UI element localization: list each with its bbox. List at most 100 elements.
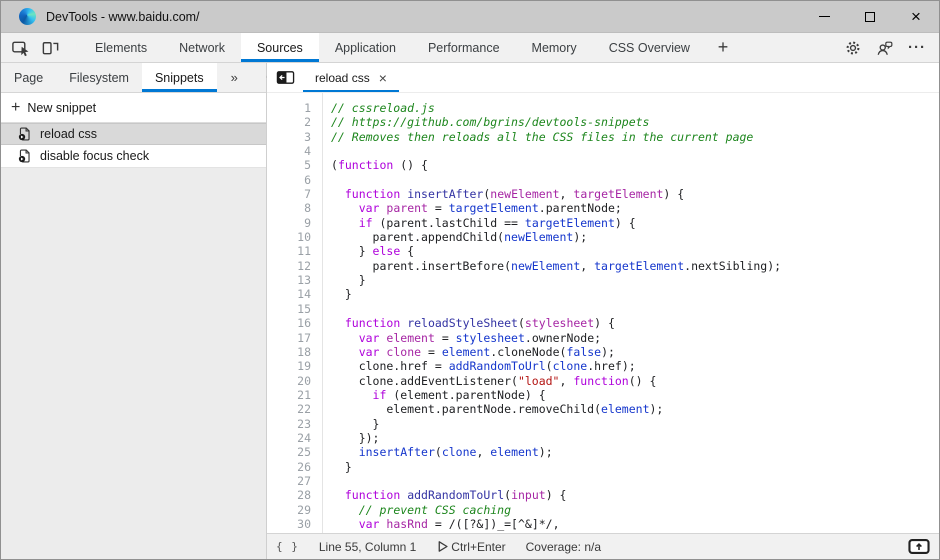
line-number[interactable]: 3 xyxy=(267,130,311,144)
main-toolbar: ElementsNetworkSourcesApplicationPerform… xyxy=(1,33,939,63)
code-line[interactable] xyxy=(331,173,939,187)
line-number[interactable]: 24 xyxy=(267,431,311,445)
hide-navigator-icon xyxy=(276,68,295,87)
settings-button[interactable] xyxy=(837,33,869,62)
code-line[interactable]: } else { xyxy=(331,244,939,258)
code-line[interactable]: if (parent.lastChild == targetElement) { xyxy=(331,216,939,230)
maximize-button[interactable] xyxy=(847,1,893,32)
line-number[interactable]: 26 xyxy=(267,460,311,474)
code-line[interactable]: function reloadStyleSheet(stylesheet) { xyxy=(331,316,939,330)
line-number[interactable]: 10 xyxy=(267,230,311,244)
code-line[interactable] xyxy=(331,302,939,316)
status-action-button[interactable] xyxy=(908,539,930,554)
line-number[interactable]: 17 xyxy=(267,331,311,345)
more-options-button[interactable]: ··· xyxy=(901,33,933,62)
code-line[interactable]: parent.insertBefore(newElement, targetEl… xyxy=(331,259,939,273)
line-number[interactable]: 16 xyxy=(267,316,311,330)
run-snippet-button[interactable]: Ctrl+Enter xyxy=(436,540,505,554)
tab-sources[interactable]: Sources xyxy=(241,33,319,62)
code-line[interactable]: function addRandomToUrl(input) { xyxy=(331,488,939,502)
line-number[interactable]: 6 xyxy=(267,173,311,187)
snippet-file-icon xyxy=(18,127,32,141)
line-number[interactable]: 12 xyxy=(267,259,311,273)
line-number[interactable]: 15 xyxy=(267,302,311,316)
code-line[interactable]: (function () { xyxy=(331,158,939,172)
tab-elements[interactable]: Elements xyxy=(79,33,163,62)
code-line[interactable]: element.parentNode.removeChild(element); xyxy=(331,402,939,416)
code-line[interactable]: }); xyxy=(331,431,939,445)
line-number[interactable]: 30 xyxy=(267,517,311,531)
tab-network[interactable]: Network xyxy=(163,33,241,62)
code-line[interactable] xyxy=(331,144,939,158)
sidebar-tab-snippets[interactable]: Snippets xyxy=(142,63,217,92)
code-line[interactable]: parent.appendChild(newElement); xyxy=(331,230,939,244)
code-line[interactable]: function insertAfter(newElement, targetE… xyxy=(331,187,939,201)
line-number[interactable]: 20 xyxy=(267,374,311,388)
minimize-button[interactable] xyxy=(801,1,847,32)
new-snippet-button[interactable]: + New snippet xyxy=(1,93,266,123)
line-number[interactable]: 19 xyxy=(267,359,311,373)
snippet-item-disable-focus-check[interactable]: disable focus check xyxy=(1,145,266,167)
code-line[interactable]: // Removes then reloads all the CSS file… xyxy=(331,130,939,144)
code-line[interactable]: var hasRnd = /([?&])_=[^&]*/, xyxy=(331,517,939,531)
code-line[interactable]: if (element.parentNode) { xyxy=(331,388,939,402)
tab-application[interactable]: Application xyxy=(319,33,412,62)
feedback-icon xyxy=(876,39,894,57)
sidebar-tab-strip: PageFilesystemSnippets xyxy=(1,63,217,92)
line-number[interactable]: 7 xyxy=(267,187,311,201)
sidebar-tab-page[interactable]: Page xyxy=(1,63,56,92)
line-number[interactable]: 5 xyxy=(267,158,311,172)
code-line[interactable]: } xyxy=(331,273,939,287)
code-line[interactable]: } xyxy=(331,460,939,474)
hide-navigator-button[interactable] xyxy=(267,63,303,92)
line-number[interactable]: 9 xyxy=(267,216,311,230)
line-number[interactable]: 23 xyxy=(267,417,311,431)
code-line[interactable]: } xyxy=(331,287,939,301)
devtools-body: PageFilesystemSnippets » ··· + New snipp… xyxy=(1,63,939,559)
editor-tab-reload-css[interactable]: reload css × xyxy=(303,63,399,92)
sidebar-overflow-button[interactable]: » xyxy=(217,63,252,92)
line-number[interactable]: 22 xyxy=(267,402,311,416)
line-number[interactable]: 18 xyxy=(267,345,311,359)
more-tabs-button[interactable]: + xyxy=(706,33,740,62)
device-toolbar-button[interactable] xyxy=(35,33,65,62)
code-line[interactable]: var element = stylesheet.ownerNode; xyxy=(331,331,939,345)
code-line[interactable]: var clone = element.cloneNode(false); xyxy=(331,345,939,359)
line-number[interactable]: 11 xyxy=(267,244,311,258)
line-number[interactable]: 28 xyxy=(267,488,311,502)
code-line[interactable]: } xyxy=(331,417,939,431)
tab-close-icon[interactable]: × xyxy=(379,71,387,85)
pretty-print-button[interactable]: { } xyxy=(276,540,299,553)
code-line[interactable]: clone.addEventListener("load", function(… xyxy=(331,374,939,388)
close-button[interactable]: × xyxy=(893,1,939,32)
tab-memory[interactable]: Memory xyxy=(516,33,593,62)
code-line[interactable]: var parent = targetElement.parentNode; xyxy=(331,201,939,215)
line-number[interactable]: 27 xyxy=(267,474,311,488)
code-line[interactable]: clone.href = addRandomToUrl(clone.href); xyxy=(331,359,939,373)
line-number[interactable]: 14 xyxy=(267,287,311,301)
tab-performance[interactable]: Performance xyxy=(412,33,516,62)
code-editor[interactable]: 1234567891011121314151617181920212223242… xyxy=(267,93,939,533)
tab-css-overview[interactable]: CSS Overview xyxy=(593,33,706,62)
devtools-window: DevTools - www.baidu.com/ × ElementsNetw… xyxy=(0,0,940,560)
more-options-icon: ··· xyxy=(908,39,926,56)
window-title: DevTools - www.baidu.com/ xyxy=(46,10,200,24)
line-number[interactable]: 13 xyxy=(267,273,311,287)
snippet-item-reload-css[interactable]: reload css xyxy=(1,123,266,145)
chevron-double-right-icon: » xyxy=(231,70,238,85)
code-line[interactable]: insertAfter(clone, element); xyxy=(331,445,939,459)
code-line[interactable]: // https://github.com/bgrins/devtools-sn… xyxy=(331,115,939,129)
sidebar-tab-filesystem[interactable]: Filesystem xyxy=(56,63,142,92)
line-number[interactable]: 2 xyxy=(267,115,311,129)
line-number[interactable]: 4 xyxy=(267,144,311,158)
line-number[interactable]: 21 xyxy=(267,388,311,402)
inspect-element-button[interactable] xyxy=(5,33,35,62)
line-number[interactable]: 8 xyxy=(267,201,311,215)
code-line[interactable]: // cssreload.js xyxy=(331,101,939,115)
line-number[interactable]: 29 xyxy=(267,503,311,517)
line-number[interactable]: 1 xyxy=(267,101,311,115)
code-line[interactable] xyxy=(331,474,939,488)
code-line[interactable]: // prevent CSS caching xyxy=(331,503,939,517)
line-number[interactable]: 25 xyxy=(267,445,311,459)
feedback-button[interactable] xyxy=(869,33,901,62)
